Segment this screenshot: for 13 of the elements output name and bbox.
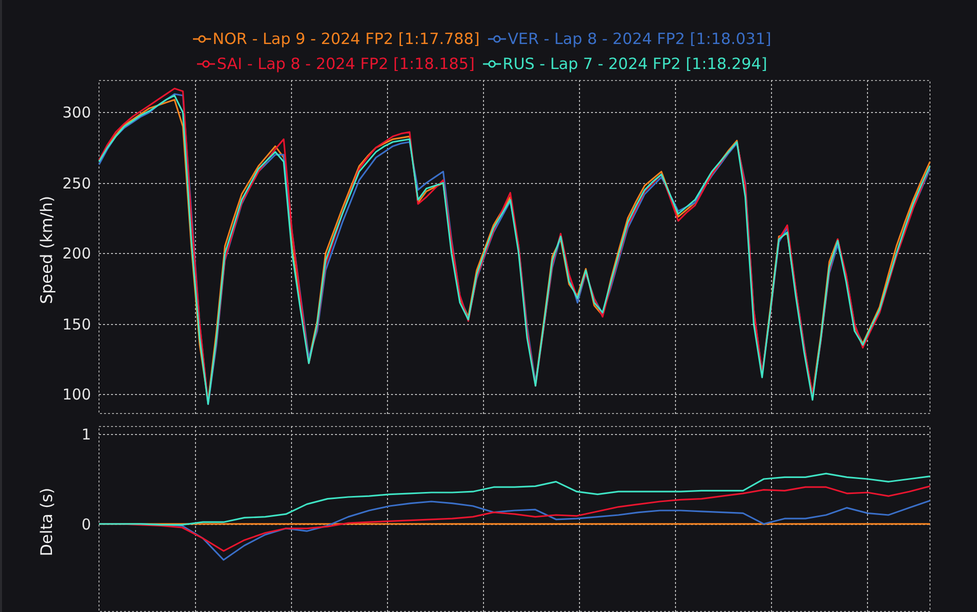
legend-label[interactable]: NOR - Lap 9 - 2024 FP2 [1:17.788] [212, 28, 480, 50]
legend-label[interactable]: SAI - Lap 8 - 2024 FP2 [1:18.185] [216, 53, 475, 75]
axis-tick-label: 150 [62, 316, 91, 334]
axis-tick-label: 300 [62, 104, 91, 122]
axis-title: Speed (km/h) [37, 196, 56, 304]
axis-tick-label: 250 [62, 174, 91, 192]
axis-title: Delta (s) [37, 488, 56, 556]
axis-tick-label: 0 [81, 516, 91, 534]
legend-label[interactable]: VER - Lap 8 - 2024 FP2 [1:18.031] [508, 28, 772, 50]
legend-label[interactable]: RUS - Lap 7 - 2024 FP2 [1:18.294] [502, 53, 768, 75]
axis-tick-label: 100 [62, 386, 91, 404]
axis-tick-label: 200 [62, 244, 91, 262]
axis-tick-label: 1 [81, 426, 91, 444]
